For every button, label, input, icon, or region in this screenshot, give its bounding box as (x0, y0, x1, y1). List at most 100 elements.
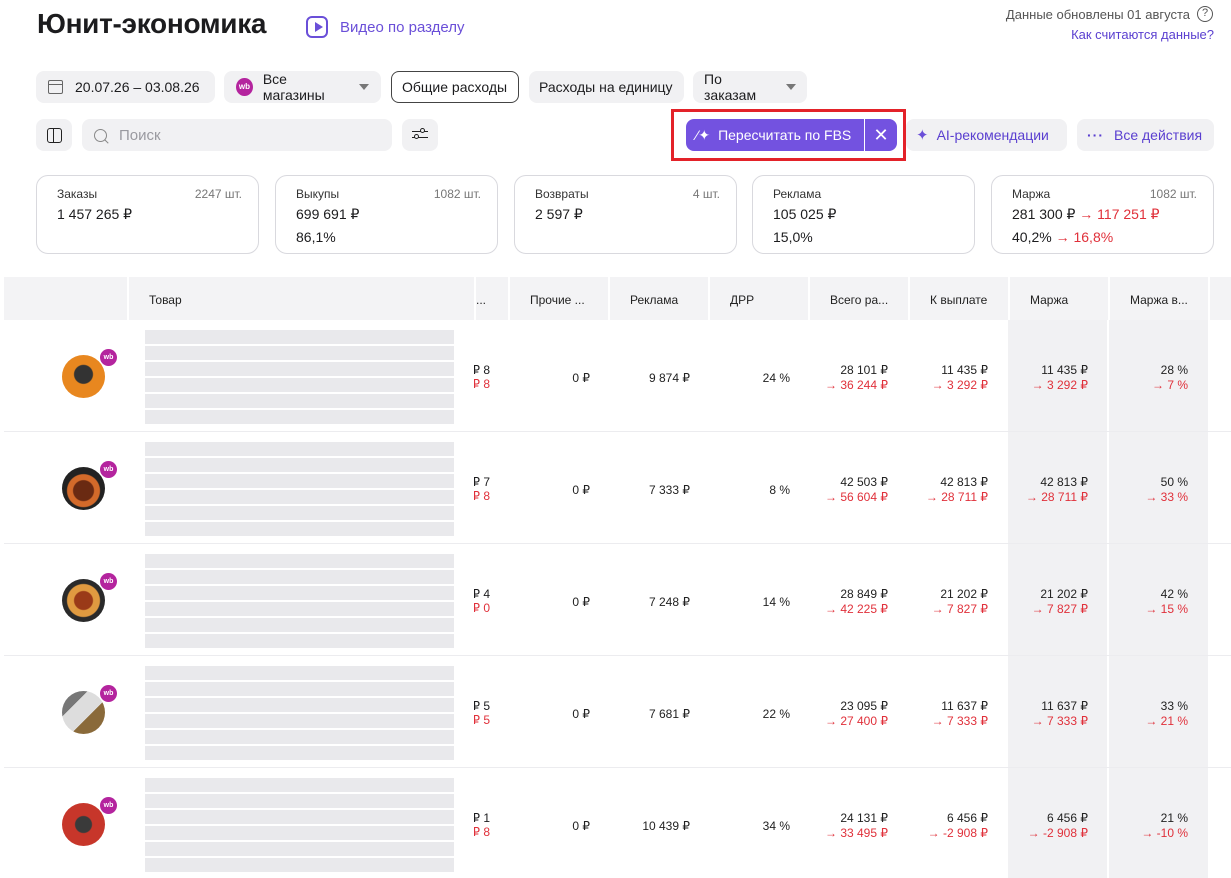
cell-drr-value: 14 % (762, 595, 790, 609)
summary-card-2[interactable]: Возвраты 4 шт. 2 597 ₽ (514, 175, 737, 254)
th-ads[interactable]: Реклама (608, 277, 708, 320)
summary-card-3[interactable]: Реклама 105 025 ₽ 15,0% (752, 175, 975, 254)
cell-margin-value-new: → 7 827 ₽ (1031, 602, 1088, 616)
cell-ads-value: 7 333 ₽ (649, 483, 690, 497)
cell-other-value: 0 ₽ (572, 707, 590, 721)
cell-margin-pct-value: 42 % (1160, 587, 1188, 601)
summary-card-0[interactable]: Заказы 2247 шт. 1 457 265 ₽ (36, 175, 259, 254)
cell-cut: 4 ₽0 ₽ (474, 587, 490, 615)
by-orders-select[interactable]: По заказам (693, 71, 807, 103)
product-thumbnail[interactable] (62, 355, 105, 398)
table-header: Товар ... Прочие ... Реклама ДРР Всего р… (4, 277, 1231, 320)
cell-cut-value: 1 ₽ (474, 811, 490, 825)
cell-total-expenses-value-new: → 36 244 ₽ (824, 378, 888, 392)
cell-margin-pct: 42 % → 15 % (1145, 587, 1188, 616)
general-expenses-toggle[interactable]: Общие расходы (391, 71, 519, 103)
search-icon (94, 128, 107, 142)
cell-other: 0 ₽ (572, 483, 590, 497)
th-other[interactable]: Прочие ... (508, 277, 608, 320)
cell-margin-pct-value: 50 % (1160, 475, 1188, 489)
cell-margin-value-new: → 28 711 ₽ (1025, 490, 1088, 504)
unit-expenses-toggle[interactable]: Расходы на единицу (529, 71, 684, 103)
th-hidden[interactable]: ... (474, 277, 508, 320)
product-name-redacted[interactable] (145, 776, 454, 872)
stores-select-value: Все магазины (262, 71, 325, 103)
summary-card-4[interactable]: Маржа 1082 шт. 281 300 ₽ → 117 251 ₽40,2% … (991, 175, 1214, 254)
cell-drr-value: 24 % (762, 371, 790, 385)
more-dots-icon: ··· (1087, 127, 1104, 143)
how-data-link[interactable]: Как считаются данные? (1071, 27, 1214, 42)
cell-margin: 11 637 ₽ → 7 333 ₽ (1032, 699, 1088, 728)
cell-margin-value-new: → 7 333 ₽ (1031, 714, 1088, 728)
cell-other-value: 0 ₽ (572, 371, 590, 385)
product-thumbnail[interactable] (62, 467, 105, 510)
table-settings-button[interactable] (402, 119, 438, 151)
cell-payout: 6 456 ₽ → -2 908 ₽ (928, 811, 988, 840)
th-total-expenses[interactable]: Всего ра... (808, 277, 908, 320)
cell-cut-value: 5 ₽ (474, 699, 490, 713)
cell-payout-value: 21 202 ₽ (940, 587, 988, 601)
cell-ads: 7 333 ₽ (649, 483, 690, 497)
product-name-redacted[interactable] (145, 664, 454, 760)
date-range-picker[interactable]: 20.07.26 – 03.08.26 (36, 71, 215, 103)
product-name-redacted[interactable] (145, 328, 454, 424)
cell-payout: 11 435 ₽ → 3 292 ₽ (932, 363, 988, 392)
cell-drr-value: 8 % (769, 483, 790, 497)
th-drr[interactable]: ДРР (708, 277, 808, 320)
table-row[interactable]: wb 4 ₽0 ₽0 ₽7 248 ₽14 % 28 849 ₽ → 42 225 ₽… (4, 544, 1231, 656)
chevron-down-icon (359, 84, 369, 90)
cell-payout-value: 6 456 ₽ (947, 811, 988, 825)
card-pct: 40,2% (1012, 229, 1052, 245)
table-row[interactable]: wb 5 ₽5 ₽ 0 ₽ 7 681 ₽ 22 % 23 095 ₽ → 27 400 ₽… (4, 656, 1231, 768)
th-product[interactable]: Товар (127, 277, 474, 320)
cell-margin-pct-value: 28 % (1160, 363, 1188, 377)
cell-margin-pct-value-new: → 15 % (1145, 602, 1188, 616)
search-input[interactable] (119, 126, 379, 144)
product-name-redacted[interactable] (145, 440, 454, 536)
video-link[interactable]: Видео по разделу (306, 16, 465, 38)
recalc-fbs-close-button[interactable]: ✕ (865, 119, 897, 151)
card-pct: 86,1% (296, 229, 336, 245)
cell-ads-value: 7 681 ₽ (649, 707, 690, 721)
page-title: Юнит-экономика (37, 8, 267, 39)
cell-margin-pct-value: 33 % (1160, 699, 1188, 713)
toggle-panel-button[interactable] (36, 119, 72, 151)
product-name-redacted[interactable] (145, 552, 454, 648)
cell-margin: 42 813 ₽ → 28 711 ₽ (1026, 475, 1088, 504)
unit-economics-table: Товар ... Прочие ... Реклама ДРР Всего р… (4, 277, 1231, 878)
cell-total-expenses: 28 101 ₽ → 36 244 ₽ (825, 363, 888, 392)
table-row[interactable]: wb 8 ₽8 ₽ 0 ₽ 9 874 ₽ 24 % 28 101 ₽ → 36 244 ₽… (4, 320, 1231, 432)
search-field[interactable] (82, 119, 392, 151)
cell-cut-value-new: 8 ₽ (474, 489, 490, 503)
cell-margin-value: 21 202 ₽ (1040, 587, 1088, 601)
magic-wand-icon: ⁄✦ (696, 126, 711, 143)
cell-payout-value-new: → 7 827 ₽ (931, 602, 988, 616)
summary-card-1[interactable]: Выкупы 1082 шт. 699 691 ₽86,1% (275, 175, 498, 254)
cell-total-expenses-value: 23 095 ₽ (840, 699, 888, 713)
th-payout[interactable]: К выплате (908, 277, 1008, 320)
table-row[interactable]: wb 7 ₽8 ₽0 ₽7 333 ₽8 % 42 503 ₽ → 56 604 ₽4… (4, 432, 1231, 544)
th-margin[interactable]: Маржа (1008, 277, 1108, 320)
video-link-label: Видео по разделу (340, 18, 465, 36)
help-icon[interactable]: ? (1197, 6, 1213, 22)
cell-margin-value: 11 637 ₽ (1041, 699, 1088, 713)
cell-total-expenses-value-new: → 56 604 ₽ (824, 490, 888, 504)
cell-other-value: 0 ₽ (572, 819, 590, 833)
product-thumbnail[interactable] (62, 691, 105, 734)
recalc-fbs-button[interactable]: ⁄✦ Пересчитать по FBS (686, 119, 864, 151)
cell-cut: 1 ₽8 ₽ (474, 811, 490, 839)
cell-margin-value: 6 456 ₽ (1047, 811, 1088, 825)
cell-margin-pct: 28 % → 7 % (1152, 363, 1188, 392)
recalc-fbs-label: Пересчитать по FBS (718, 127, 852, 143)
product-thumbnail[interactable] (62, 803, 105, 846)
cell-drr: 34 % (763, 819, 790, 833)
th-margin-pct[interactable]: Маржа в... (1108, 277, 1208, 320)
ai-recommendations-button[interactable]: ✦ AI-рекомендации (906, 119, 1067, 151)
table-row[interactable]: wb 1 ₽8 ₽ 0 ₽ 10 439 ₽ 34 % 24 131 ₽ → 33 495 … (4, 768, 1231, 878)
stores-select[interactable]: wb Все магазины (224, 71, 381, 103)
product-thumbnail[interactable] (62, 579, 105, 622)
sparkle-icon: ✦ (916, 127, 929, 144)
by-orders-label: По заказам (704, 71, 757, 103)
all-actions-button[interactable]: ··· Все действия (1077, 119, 1214, 151)
cell-total-expenses-value-new: → 42 225 ₽ (824, 602, 888, 616)
